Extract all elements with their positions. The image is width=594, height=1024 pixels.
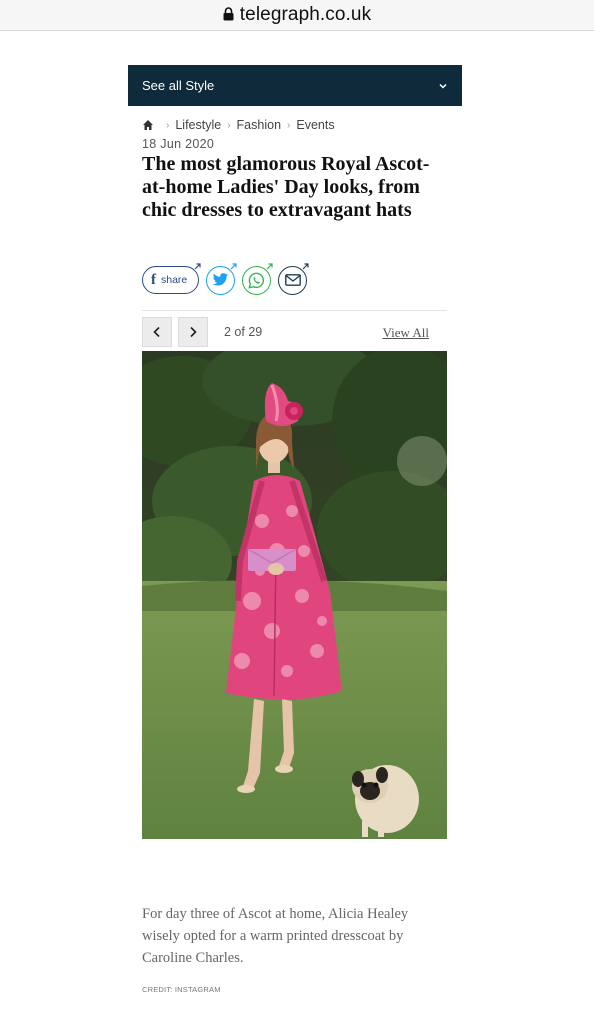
photo-woman-pink-dresscoat-with-pug bbox=[142, 351, 447, 839]
breadcrumb-lifestyle[interactable]: Lifestyle bbox=[175, 118, 221, 132]
chevron-left-icon bbox=[153, 326, 160, 338]
chevron-down-icon bbox=[439, 83, 447, 89]
share-buttons: f share bbox=[142, 262, 309, 295]
view-all-link[interactable]: View All bbox=[382, 325, 429, 341]
whatsapp-share-button[interactable] bbox=[242, 262, 273, 295]
twitter-share-button[interactable] bbox=[206, 262, 237, 295]
breadcrumb-separator: › bbox=[166, 119, 170, 131]
gallery-prev-button[interactable] bbox=[142, 317, 172, 347]
breadcrumb-separator: › bbox=[287, 119, 291, 131]
external-arrow-icon bbox=[266, 262, 273, 269]
home-icon[interactable] bbox=[142, 119, 154, 131]
chevron-right-icon bbox=[190, 326, 197, 338]
external-arrow-icon bbox=[230, 262, 237, 269]
breadcrumb-fashion[interactable]: Fashion bbox=[237, 118, 281, 132]
section-nav-label: See all Style bbox=[142, 78, 215, 93]
article-headline: The most glamorous Royal Ascot-at-home L… bbox=[142, 153, 430, 221]
gallery-photo[interactable] bbox=[142, 351, 447, 839]
email-icon bbox=[284, 274, 301, 286]
article-date: 18 Jun 2020 bbox=[142, 137, 215, 151]
lock-icon bbox=[223, 7, 234, 21]
email-share-button[interactable] bbox=[278, 262, 309, 295]
gallery-next-button[interactable] bbox=[178, 317, 208, 347]
photo-caption: For day three of Ascot at home, Alicia H… bbox=[142, 906, 409, 966]
browser-url-bar[interactable]: telegraph.co.uk bbox=[0, 0, 594, 31]
gallery-controls: 2 of 29 View All bbox=[142, 317, 447, 347]
breadcrumb-events[interactable]: Events bbox=[296, 118, 334, 132]
photo-credit: CREDIT: INSTAGRAM bbox=[142, 985, 221, 994]
external-arrow-icon bbox=[194, 263, 201, 270]
external-arrow-icon bbox=[302, 262, 309, 269]
facebook-share-label: share bbox=[161, 274, 188, 286]
whatsapp-icon bbox=[248, 272, 265, 289]
breadcrumb: › Lifestyle › Fashion › Events bbox=[142, 118, 335, 132]
url-text: telegraph.co.uk bbox=[239, 4, 372, 25]
twitter-icon bbox=[212, 273, 229, 286]
see-all-style-dropdown[interactable]: See all Style bbox=[128, 65, 462, 106]
facebook-icon: f bbox=[151, 271, 156, 288]
facebook-share-button[interactable]: f share bbox=[142, 263, 201, 294]
divider bbox=[142, 310, 447, 311]
gallery-counter: 2 of 29 bbox=[224, 325, 263, 339]
breadcrumb-separator: › bbox=[227, 119, 231, 131]
